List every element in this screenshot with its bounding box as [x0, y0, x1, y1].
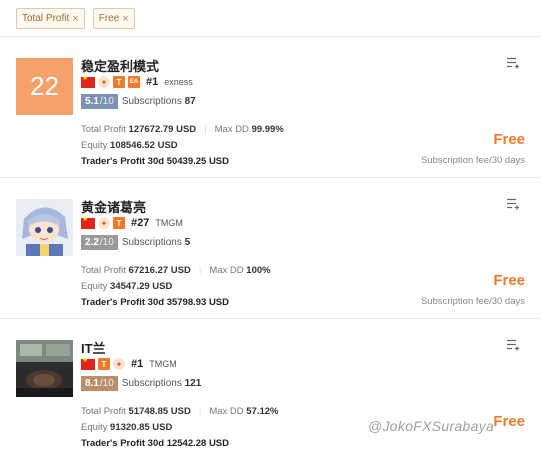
trader-name[interactable]: IT兰 — [81, 338, 106, 357]
rating-badge: 5.1/10 — [81, 94, 118, 109]
price: Free — [493, 413, 525, 430]
total-profit: 67216.27 USD — [128, 265, 191, 276]
add-to-list-icon[interactable] — [507, 339, 520, 351]
filter-chip-free[interactable]: Free × — [92, 8, 135, 29]
broker: TMGM — [149, 359, 177, 369]
max-dd: 100% — [246, 265, 271, 276]
filter-chip-label: Total Profit — [22, 13, 70, 24]
rating-badge: 8.1/10 — [81, 376, 118, 391]
trader-stats: Total Profit 127672.79 USD | Max DD 99.99%… — [81, 124, 284, 167]
china-flag-icon — [81, 215, 95, 229]
filter-chip-label: Free — [98, 13, 120, 24]
badge-row: T ✦ #1 TMGM — [81, 356, 177, 371]
broker: TMGM — [155, 218, 183, 228]
divider — [0, 177, 541, 178]
rating-row: 8.1/10 Subscriptions 121 — [81, 376, 201, 391]
trader-stats: Total Profit 51748.85 USD | Max DD 57.12% … — [81, 406, 279, 449]
subscriptions: Subscriptions 5 — [121, 237, 191, 248]
equity: 34547.29 USD — [110, 281, 173, 292]
fire-icon: ✦ — [113, 358, 125, 370]
subscriptions: Subscriptions 87 — [121, 96, 196, 107]
price: Free — [493, 272, 525, 289]
broker: exness — [164, 77, 193, 87]
close-icon[interactable]: × — [72, 13, 78, 25]
fire-icon: ✦ — [98, 217, 110, 229]
add-to-list-icon[interactable] — [507, 57, 520, 69]
rank: #1 — [131, 358, 144, 370]
rating-badge: 2.2/10 — [81, 235, 118, 250]
china-flag-icon — [81, 356, 95, 370]
avatar[interactable] — [16, 340, 73, 397]
watermark: @JokoFXSurabaya — [368, 418, 495, 434]
subscriptions: Subscriptions 121 — [121, 378, 202, 389]
avatar[interactable]: 22 — [16, 58, 73, 115]
equity: 108546.52 USD — [110, 140, 178, 151]
t-badge-icon: T — [113, 217, 125, 229]
filter-bar: Total Profit × Free × — [16, 8, 135, 29]
rank: #27 — [131, 217, 150, 229]
equity: 91320.85 USD — [110, 422, 173, 433]
fee-label: Subscription fee/30 days — [420, 296, 525, 307]
profit-30d: 35798.93 USD — [166, 297, 230, 308]
china-flag-icon — [81, 74, 95, 88]
filter-chip-total-profit[interactable]: Total Profit × — [16, 8, 85, 29]
fire-icon: ✦ — [98, 76, 110, 88]
price: Free — [493, 131, 525, 148]
divider — [0, 36, 541, 37]
ea-badge-icon: EA — [128, 76, 140, 88]
profit-30d: 12542.28 USD — [166, 438, 230, 449]
badge-row: ✦ T #27 TMGM — [81, 215, 183, 230]
max-dd: 57.12% — [246, 406, 279, 417]
total-profit: 127672.79 USD — [128, 124, 197, 135]
trader-card[interactable]: IT兰 T ✦ #1 TMGM 8.1/10 Subscriptions 121… — [0, 320, 541, 459]
trader-card[interactable]: 黄金诸葛亮 ✦ T #27 TMGM 2.2/10 Subscriptions … — [0, 179, 541, 319]
rating-row: 5.1/10 Subscriptions 87 — [81, 94, 196, 109]
rating-row: 2.2/10 Subscriptions 5 — [81, 235, 190, 250]
fee-label: Subscription fee/30 days — [420, 155, 525, 166]
trader-card[interactable]: 22 稳定盈利模式 ✦ T EA #1 exness 5.1/10 Subscr… — [0, 38, 541, 178]
avatar[interactable] — [16, 199, 73, 256]
profit-30d: 50439.25 USD — [166, 156, 230, 167]
trader-name[interactable]: 稳定盈利模式 — [81, 56, 159, 75]
t-badge-icon: T — [113, 76, 125, 88]
close-icon[interactable]: × — [122, 13, 128, 25]
trader-stats: Total Profit 67216.27 USD | Max DD 100% Eq… — [81, 265, 271, 308]
max-dd: 99.99% — [251, 124, 284, 135]
total-profit: 51748.85 USD — [128, 406, 191, 417]
t-badge-icon: T — [98, 358, 110, 370]
divider — [0, 318, 541, 319]
add-to-list-icon[interactable] — [507, 198, 520, 210]
badge-row: ✦ T EA #1 exness — [81, 74, 193, 89]
rank: #1 — [146, 76, 159, 88]
trader-name[interactable]: 黄金诸葛亮 — [81, 197, 146, 216]
